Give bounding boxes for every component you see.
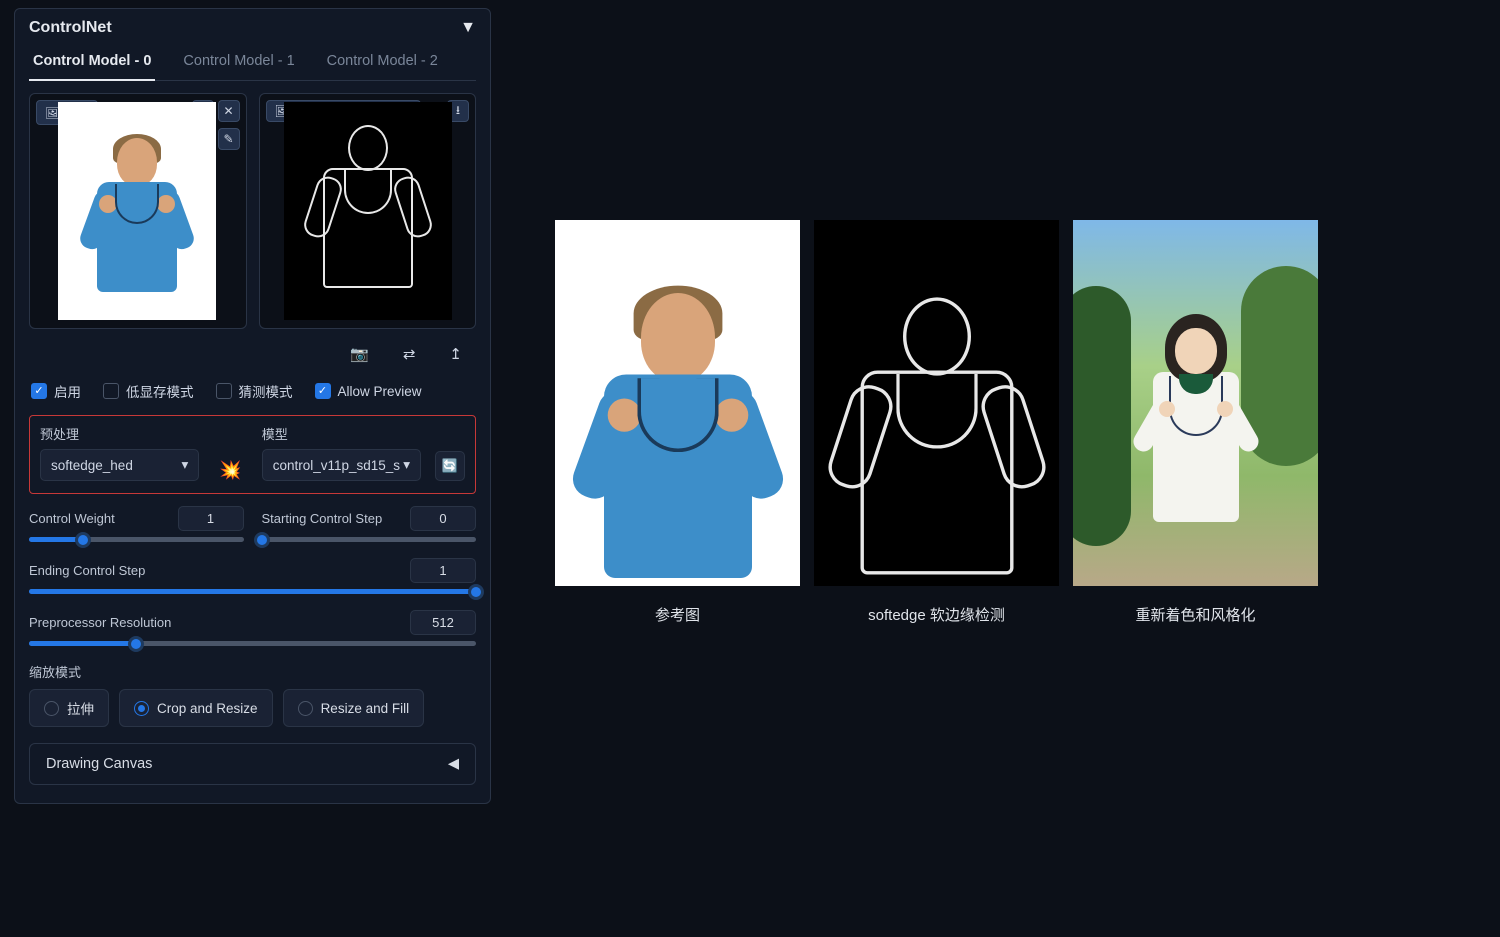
scale-mode-option-label: Resize and Fill: [321, 701, 410, 716]
send-up-button[interactable]: ↥: [449, 345, 462, 363]
tab-model-0[interactable]: Control Model - 0: [29, 45, 155, 81]
preproc-res-label: Preprocessor Resolution: [29, 615, 171, 630]
guess-checkbox[interactable]: 猜测模式: [216, 381, 293, 401]
preproc-res-value[interactable]: 512: [410, 610, 476, 635]
checkbox-icon: [216, 383, 232, 399]
gallery-softedge-image: [814, 220, 1059, 586]
accordion-title: ControlNet: [29, 19, 112, 37]
controlnet-accordion: ControlNet ▼ Control Model - 0 Control M…: [14, 8, 491, 804]
preproc-res-slider[interactable]: [29, 641, 476, 646]
start-step-slider[interactable]: [262, 537, 477, 542]
model-select[interactable]: control_v11p_sd15_s ▾: [262, 449, 421, 481]
checkbox-icon: [315, 383, 331, 399]
checkbox-icon: [31, 383, 47, 399]
webcam-button[interactable]: 📷: [350, 345, 369, 363]
enable-checkbox[interactable]: 启用: [31, 381, 81, 401]
scale-mode-label: 缩放模式: [29, 662, 476, 681]
run-preprocessor-button[interactable]: 💥: [213, 460, 247, 481]
accordion-header[interactable]: ControlNet ▼: [29, 19, 476, 45]
preprocessor-select[interactable]: softedge_hed ▾: [40, 449, 199, 481]
preprocessor-value: softedge_hed: [51, 458, 133, 473]
end-step-slider[interactable]: [29, 589, 476, 594]
start-step-label: Starting Control Step: [262, 511, 383, 526]
scale-mode-crop[interactable]: Crop and Resize: [119, 689, 273, 727]
gallery-stylized-image: [1073, 220, 1318, 586]
model-value: control_v11p_sd15_s: [273, 458, 400, 473]
scale-mode-stretch[interactable]: 拉伸: [29, 689, 109, 727]
allow-preview-checkbox[interactable]: Allow Preview: [315, 381, 422, 401]
enable-label: 启用: [54, 381, 81, 401]
model-label: 模型: [262, 424, 421, 443]
checkbox-icon: [103, 383, 119, 399]
end-step-label: Ending Control Step: [29, 563, 145, 578]
highlighted-section: 预处理 softedge_hed ▾ 💥 模型 control_v11p_sd1…: [29, 415, 476, 494]
control-weight-value[interactable]: 1: [178, 506, 244, 531]
preview-image-content: [284, 102, 452, 320]
lowvram-label: 低显存模式: [126, 381, 194, 401]
chevron-down-icon: ▾: [182, 457, 189, 473]
refresh-icon: 🔄: [442, 458, 458, 474]
gallery-caption-softedge: softedge 软边缘检测: [868, 604, 1005, 625]
input-image-content: [58, 102, 216, 320]
drawing-canvas-title: Drawing Canvas: [46, 756, 152, 772]
preview-image-box[interactable]: 🖼 Preprocessor Preview ⭳: [259, 93, 477, 329]
tab-model-1[interactable]: Control Model - 1: [179, 45, 298, 80]
close-button[interactable]: ✕: [218, 100, 240, 122]
guess-label: 猜测模式: [239, 381, 293, 401]
tab-model-2[interactable]: Control Model - 2: [323, 45, 442, 80]
model-tabs: Control Model - 0 Control Model - 1 Cont…: [29, 45, 476, 81]
scale-mode-fill[interactable]: Resize and Fill: [283, 689, 425, 727]
radio-icon: [44, 701, 59, 716]
gallery-reference-image: [555, 220, 800, 586]
end-step-value[interactable]: 1: [410, 558, 476, 583]
control-weight-label: Control Weight: [29, 511, 115, 526]
expand-icon: ◀: [448, 756, 459, 772]
radio-icon: [134, 701, 149, 716]
lowvram-checkbox[interactable]: 低显存模式: [103, 381, 194, 401]
output-gallery: 参考图 softedge 软边缘检测 重新着色和风格化: [505, 0, 1500, 937]
gallery-caption-stylized: 重新着色和风格化: [1135, 604, 1255, 625]
refresh-models-button[interactable]: 🔄: [435, 451, 465, 481]
start-step-value[interactable]: 0: [410, 506, 476, 531]
scale-mode-option-label: Crop and Resize: [157, 701, 258, 716]
allow-preview-label: Allow Preview: [338, 384, 422, 399]
control-weight-slider[interactable]: [29, 537, 244, 542]
input-image-box[interactable]: 🖼 图像 ↶ ✕ ✎: [29, 93, 247, 329]
chevron-down-icon: ▾: [403, 457, 410, 473]
scale-mode-option-label: 拉伸: [67, 698, 94, 718]
preprocessor-label: 预处理: [40, 424, 199, 443]
edit-button[interactable]: ✎: [218, 128, 240, 150]
drawing-canvas-accordion[interactable]: Drawing Canvas ◀: [29, 743, 476, 785]
collapse-icon[interactable]: ▼: [460, 19, 476, 37]
radio-icon: [298, 701, 313, 716]
gallery-caption-reference: 参考图: [655, 604, 700, 625]
swap-button[interactable]: ⇄: [403, 345, 416, 363]
